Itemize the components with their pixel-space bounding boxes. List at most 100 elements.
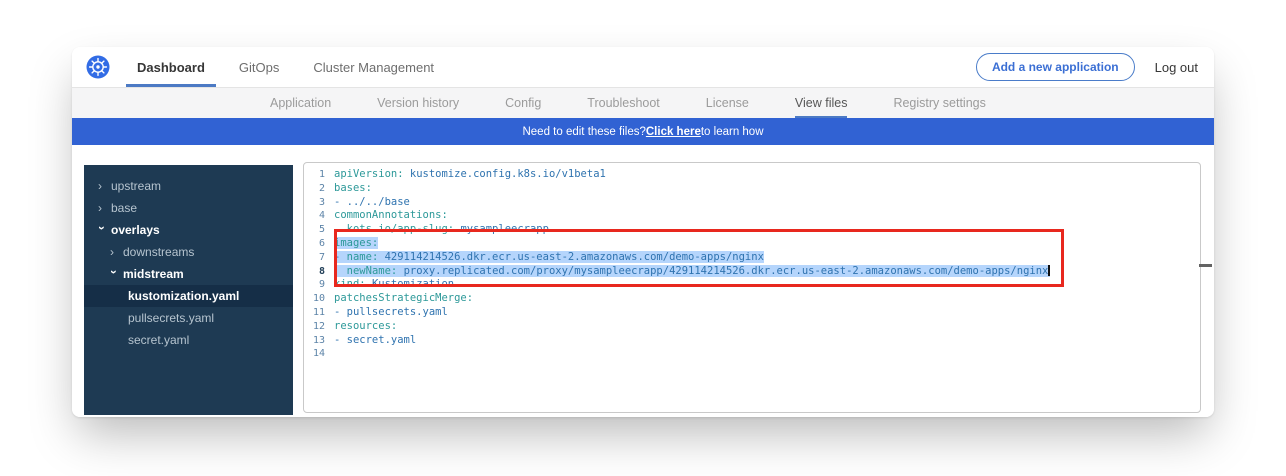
app-tab-view-files[interactable]: View files bbox=[795, 88, 848, 118]
line-number: 1 bbox=[304, 168, 334, 182]
line-content: apiVersion: kustomize.config.k8s.io/v1be… bbox=[334, 168, 1200, 182]
banner-click-here-link[interactable]: Click here bbox=[646, 126, 701, 138]
code-line-13[interactable]: 13- secret.yaml bbox=[304, 334, 1200, 348]
yaml-value: Kustomization bbox=[372, 278, 454, 290]
banner-text-prefix: Need to edit these files? bbox=[522, 126, 645, 138]
line-content: kind: Kustomization bbox=[334, 278, 1200, 292]
yaml-value: 429114214526.dkr.ecr.us-east-2.amazonaws… bbox=[385, 251, 764, 263]
main-nav-tabs: DashboardGitOpsCluster Management bbox=[120, 47, 451, 87]
chevron-down-icon: › bbox=[107, 270, 121, 280]
yaml-value: mysampleecrapp bbox=[460, 223, 549, 235]
yaml-key: apiVersion: bbox=[334, 168, 404, 180]
tree-folder-downstreams[interactable]: ›downstreams bbox=[84, 241, 293, 263]
tree-file-pullsecrets-yaml[interactable]: pullsecrets.yaml bbox=[84, 307, 293, 329]
code-line-8[interactable]: 8 newName: proxy.replicated.com/proxy/my… bbox=[304, 265, 1200, 279]
tree-file-kustomization-yaml[interactable]: kustomization.yaml bbox=[84, 285, 293, 307]
yaml-key: newName: bbox=[347, 265, 398, 277]
yaml-key: commonAnnotations: bbox=[334, 209, 448, 221]
code-line-6[interactable]: 6images: bbox=[304, 237, 1200, 251]
tree-item-label: downstreams bbox=[123, 245, 194, 259]
yaml-key: resources: bbox=[334, 320, 397, 332]
code-line-4[interactable]: 4commonAnnotations: bbox=[304, 209, 1200, 223]
tree-folder-midstream[interactable]: ›midstream bbox=[84, 263, 293, 285]
chevron-right-icon: › bbox=[98, 179, 108, 193]
tree-folder-overlays[interactable]: ›overlays bbox=[84, 219, 293, 241]
code-line-5[interactable]: 5 kots.io/app-slug: mysampleecrapp bbox=[304, 223, 1200, 237]
line-number: 7 bbox=[304, 251, 334, 265]
app-tab-config[interactable]: Config bbox=[505, 88, 541, 118]
chevron-down-icon: › bbox=[95, 226, 109, 236]
yaml-text bbox=[334, 223, 347, 235]
nav-tab-dashboard[interactable]: Dashboard bbox=[120, 47, 222, 87]
kubernetes-logo bbox=[72, 47, 120, 87]
code-lines: 1apiVersion: kustomize.config.k8s.io/v1b… bbox=[304, 168, 1200, 361]
app-subnav-tabs: Application Version history Config Troubles… bbox=[72, 88, 1214, 118]
line-number: 9 bbox=[304, 278, 334, 292]
line-number: 11 bbox=[304, 306, 334, 320]
tree-folder-base[interactable]: ›base bbox=[84, 197, 293, 219]
line-number: 14 bbox=[304, 347, 334, 361]
tree-item-label: base bbox=[111, 201, 137, 215]
code-line-2[interactable]: 2bases: bbox=[304, 182, 1200, 196]
tree-item-label: midstream bbox=[123, 267, 184, 281]
yaml-key: kind: bbox=[334, 278, 366, 290]
code-line-11[interactable]: 11- pullsecrets.yaml bbox=[304, 306, 1200, 320]
tree-item-label: overlays bbox=[111, 223, 160, 237]
code-line-3[interactable]: 3- ../../base bbox=[304, 196, 1200, 210]
text-cursor bbox=[1048, 265, 1050, 276]
line-number: 10 bbox=[304, 292, 334, 306]
line-content: kots.io/app-slug: mysampleecrapp bbox=[334, 223, 1200, 237]
app-tab-application[interactable]: Application bbox=[270, 88, 331, 118]
tree-file-secret-yaml[interactable]: secret.yaml bbox=[84, 329, 293, 351]
file-tree-panel: ›upstream›base›overlays›downstreams›mids… bbox=[84, 165, 293, 415]
code-line-10[interactable]: 10patchesStrategicMerge: bbox=[304, 292, 1200, 306]
yaml-key: images: bbox=[334, 237, 378, 249]
yaml-editor[interactable]: 1apiVersion: kustomize.config.k8s.io/v1b… bbox=[303, 162, 1201, 413]
app-tab-version-history[interactable]: Version history bbox=[377, 88, 459, 118]
nav-tab-cluster-management[interactable]: Cluster Management bbox=[296, 47, 451, 87]
chevron-right-icon: › bbox=[110, 245, 120, 259]
code-line-14[interactable]: 14 bbox=[304, 347, 1200, 361]
line-content: - ../../base bbox=[334, 196, 1200, 210]
line-content: - secret.yaml bbox=[334, 334, 1200, 348]
banner-text-suffix: to learn how bbox=[701, 126, 764, 138]
top-navbar: DashboardGitOpsCluster Management Add a … bbox=[72, 47, 1214, 88]
line-content: images: bbox=[334, 237, 1200, 251]
kubernetes-helm-icon bbox=[86, 55, 110, 79]
yaml-key: kots.io/app-slug: bbox=[347, 223, 454, 235]
yaml-value: - secret.yaml bbox=[334, 334, 416, 346]
line-number: 3 bbox=[304, 196, 334, 210]
code-line-12[interactable]: 12resources: bbox=[304, 320, 1200, 334]
tree-item-label: secret.yaml bbox=[128, 333, 189, 347]
yaml-key: bases: bbox=[334, 182, 372, 194]
line-number: 4 bbox=[304, 209, 334, 223]
line-content: commonAnnotations: bbox=[334, 209, 1200, 223]
line-content: - name: 429114214526.dkr.ecr.us-east-2.a… bbox=[334, 251, 1200, 265]
line-number: 6 bbox=[304, 237, 334, 251]
line-content bbox=[334, 347, 1200, 361]
yaml-key: name: bbox=[347, 251, 379, 263]
code-line-9[interactable]: 9kind: Kustomization bbox=[304, 278, 1200, 292]
yaml-value: - bbox=[334, 251, 347, 263]
page: DashboardGitOpsCluster Management Add a … bbox=[0, 0, 1286, 476]
topnav-right: Add a new application Log out bbox=[976, 47, 1214, 87]
yaml-value: - ../../base bbox=[334, 196, 410, 208]
line-content: newName: proxy.replicated.com/proxy/mysa… bbox=[334, 265, 1200, 279]
line-number: 8 bbox=[304, 265, 334, 279]
tree-folder-upstream[interactable]: ›upstream bbox=[84, 175, 293, 197]
add-application-button[interactable]: Add a new application bbox=[976, 53, 1135, 81]
code-line-7[interactable]: 7- name: 429114214526.dkr.ecr.us-east-2.… bbox=[304, 251, 1200, 265]
tree-item-label: kustomization.yaml bbox=[128, 289, 239, 303]
logout-link[interactable]: Log out bbox=[1155, 60, 1198, 75]
scrollbar-thumb[interactable] bbox=[1199, 264, 1212, 267]
yaml-text bbox=[334, 265, 347, 277]
tree-item-label: upstream bbox=[111, 179, 161, 193]
yaml-value: - pullsecrets.yaml bbox=[334, 306, 448, 318]
app-tab-troubleshoot[interactable]: Troubleshoot bbox=[587, 88, 660, 118]
app-tab-license[interactable]: License bbox=[706, 88, 749, 118]
nav-tab-gitops[interactable]: GitOps bbox=[222, 47, 296, 87]
line-content: - pullsecrets.yaml bbox=[334, 306, 1200, 320]
admin-console-window: DashboardGitOpsCluster Management Add a … bbox=[72, 47, 1214, 417]
app-tab-registry-settings[interactable]: Registry settings bbox=[893, 88, 985, 118]
code-line-1[interactable]: 1apiVersion: kustomize.config.k8s.io/v1b… bbox=[304, 168, 1200, 182]
